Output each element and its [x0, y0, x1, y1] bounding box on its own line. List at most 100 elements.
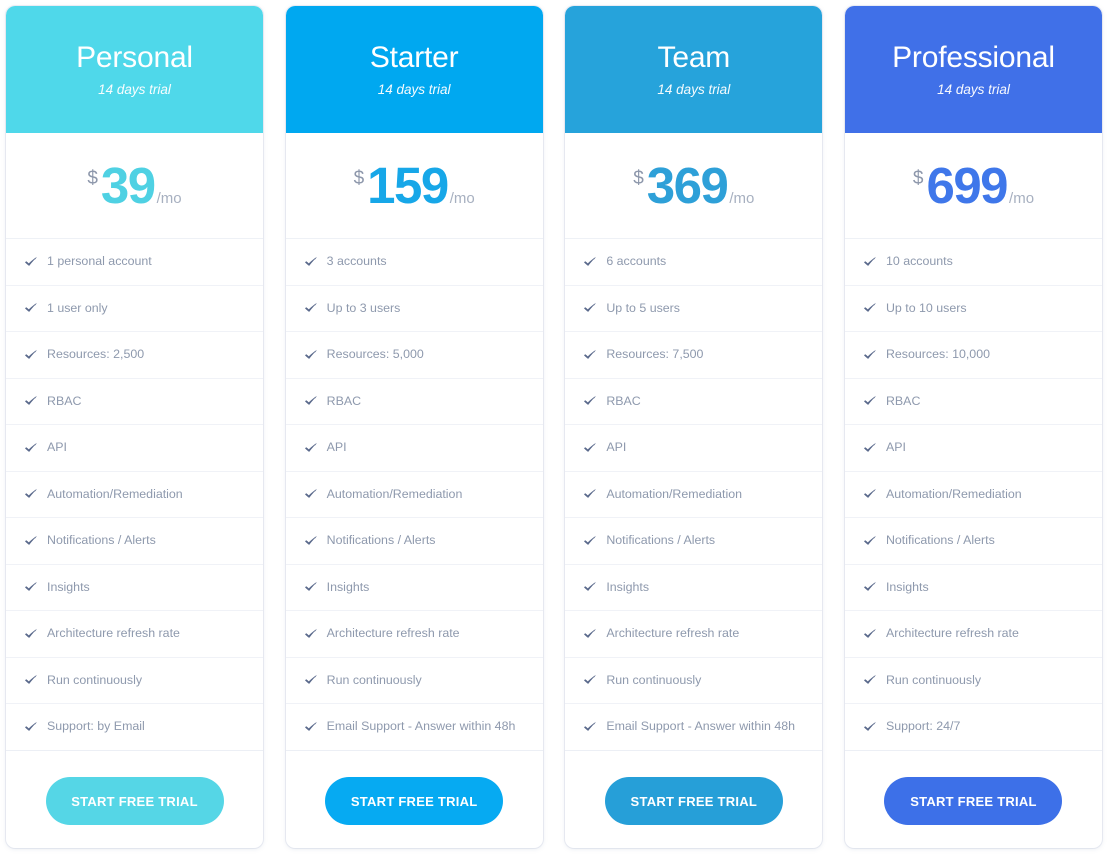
feature-label: Architecture refresh rate [326, 626, 460, 641]
feature-row: Resources: 5,000 [285, 332, 543, 379]
feature-label: Up to 3 users [326, 300, 401, 315]
check-icon [583, 627, 597, 641]
check-icon [863, 394, 877, 408]
feature-row: RBAC [285, 379, 543, 425]
check-icon [863, 580, 877, 594]
feature-row: 6 accounts [565, 239, 823, 286]
start-free-trial-button[interactable]: START FREE TRIAL [45, 777, 224, 825]
feature-label: Automation/Remediation [326, 486, 463, 501]
feature-label: Up to 5 users [606, 300, 681, 315]
plan-trial-label: 14 days trial [657, 82, 731, 98]
price-amount: 369 [646, 157, 729, 214]
plan-name: Team [657, 40, 731, 74]
feature-row: Resources: 10,000 [844, 332, 1102, 379]
check-icon [863, 348, 877, 362]
start-free-trial-button[interactable]: START FREE TRIAL [604, 777, 783, 825]
feature-row: 1 personal account [6, 239, 263, 286]
feature-label: Run continuously [326, 672, 422, 687]
price-period-label: /mo [156, 190, 182, 207]
feature-label: Notifications / Alerts [326, 533, 436, 548]
feature-label: Run continuously [606, 672, 702, 687]
feature-row: Support: by Email [6, 704, 263, 751]
feature-row: Architecture refresh rate [6, 611, 263, 658]
feature-row: 1 user only [6, 286, 263, 332]
start-free-trial-button[interactable]: START FREE TRIAL [884, 777, 1063, 825]
check-icon [24, 627, 38, 641]
feature-label: Architecture refresh rate [606, 626, 740, 641]
feature-label: Email Support - Answer within 48h [606, 719, 796, 734]
feature-label: Insights [885, 579, 929, 594]
feature-label: Up to 10 users [885, 300, 967, 315]
check-icon [583, 580, 597, 594]
check-icon [583, 534, 597, 548]
feature-row: Insights [285, 565, 543, 611]
price-row: $39/mo [87, 160, 181, 211]
check-icon [583, 394, 597, 408]
feature-row: Run continuously [844, 658, 1102, 704]
check-icon [24, 720, 38, 734]
plan-cta-block: START FREE TRIAL [845, 751, 1102, 849]
feature-label: Notifications / Alerts [885, 533, 995, 548]
check-icon [863, 627, 877, 641]
plan-card: Starter 14 days trial $159/mo 3 accounts Up … [285, 6, 543, 848]
feature-label: 1 personal account [47, 254, 152, 269]
feature-row: Insights [844, 565, 1102, 611]
check-icon [304, 673, 318, 687]
check-icon [24, 255, 38, 269]
check-icon [583, 487, 597, 501]
feature-label: Automation/Remediation [47, 486, 183, 501]
feature-label: RBAC [606, 393, 641, 408]
check-icon [24, 394, 38, 408]
feature-label: Email Support - Answer within 48h [326, 719, 516, 734]
feature-label: Architecture refresh rate [47, 626, 180, 641]
feature-label: Run continuously [885, 672, 982, 687]
check-icon [24, 580, 38, 594]
feature-row: Support: 24/7 [844, 704, 1102, 751]
feature-row: 3 accounts [285, 239, 543, 286]
plan-price-block: $39/mo [6, 133, 263, 239]
check-icon [24, 301, 38, 315]
feature-label: Support: 24/7 [885, 719, 961, 734]
feature-row: Email Support - Answer within 48h [565, 704, 823, 751]
feature-row: Run continuously [565, 658, 823, 704]
check-icon [863, 534, 877, 548]
check-icon [863, 441, 877, 455]
plan-card: Team 14 days trial $369/mo 6 accounts Up to … [565, 6, 823, 849]
feature-row: Notifications / Alerts [285, 518, 543, 565]
feature-label: 10 accounts [885, 254, 953, 269]
start-free-trial-button[interactable]: START FREE TRIAL [325, 777, 504, 825]
check-icon [863, 720, 877, 734]
check-icon [304, 301, 318, 315]
check-icon [304, 255, 318, 269]
feature-row: Resources: 2,500 [6, 332, 263, 379]
price-currency-symbol: $ [633, 168, 644, 189]
plan-card: Professional 14 days trial $699/mo 10 accou… [844, 6, 1102, 849]
feature-row: RBAC [565, 379, 823, 425]
price-currency-symbol: $ [87, 168, 98, 189]
check-icon [24, 348, 38, 362]
price-row: $159/mo [354, 160, 475, 211]
feature-row: Resources: 7,500 [565, 332, 823, 379]
feature-label: Resources: 2,500 [47, 347, 145, 362]
feature-label: Resources: 5,000 [326, 347, 424, 362]
feature-label: Support: by Email [47, 719, 145, 734]
feature-row: Up to 3 users [285, 286, 543, 332]
check-icon [863, 487, 877, 501]
plan-name: Professional [892, 40, 1055, 74]
feature-label: Resources: 7,500 [606, 347, 704, 362]
feature-label: 6 accounts [606, 254, 667, 269]
plan-name: Starter [369, 40, 459, 74]
feature-label: RBAC [885, 393, 921, 408]
check-icon [583, 441, 597, 455]
check-icon [583, 720, 597, 734]
plan-price-block: $369/mo [565, 133, 823, 239]
price-period-label: /mo [449, 190, 475, 207]
plan-cta-block: START FREE TRIAL [565, 751, 822, 849]
feature-row: Notifications / Alerts [844, 518, 1102, 565]
feature-label: RBAC [326, 393, 362, 408]
feature-row: Insights [6, 565, 263, 611]
feature-label: RBAC [47, 393, 82, 408]
feature-label: Insights [606, 579, 650, 594]
price-row: $699/mo [913, 160, 1034, 211]
plan-trial-label: 14 days trial [937, 82, 1010, 98]
